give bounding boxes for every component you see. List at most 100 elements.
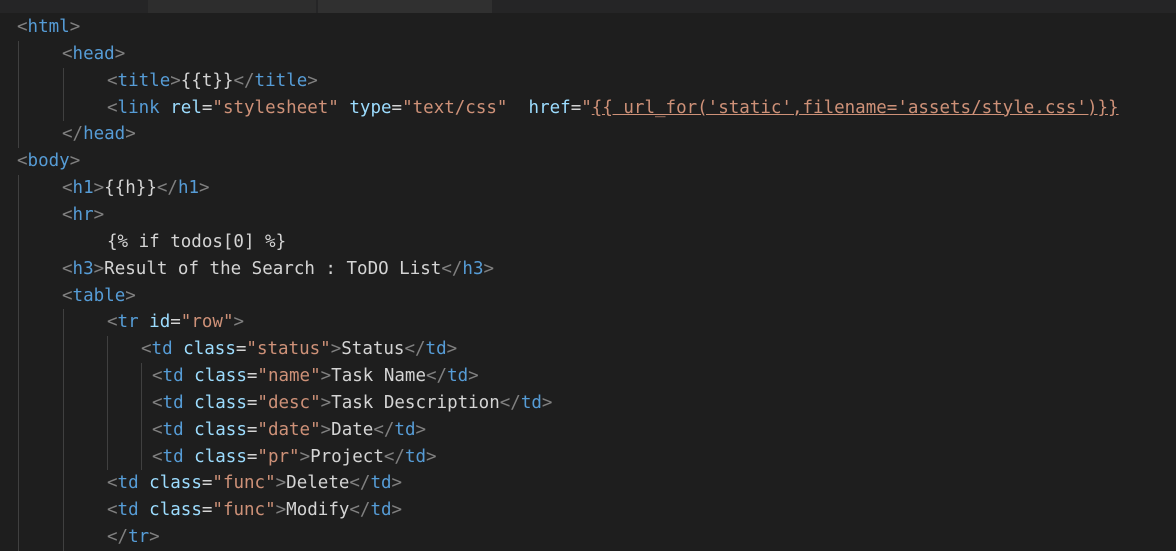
code-line: <td class="status">Status</td> (141, 336, 457, 363)
code-token: Project (310, 446, 384, 467)
indent-guide (141, 363, 142, 471)
code-token: < (107, 70, 118, 91)
code-token: > (233, 312, 245, 333)
code-token: Modify (286, 500, 350, 521)
code-token: td (447, 366, 469, 387)
code-line: <html> (17, 14, 80, 41)
code-token: > (149, 527, 160, 548)
code-token: = (570, 97, 582, 118)
code-token: td (117, 500, 139, 521)
code-token: > (125, 285, 136, 306)
code-token: < (152, 366, 163, 387)
code-token: h1 (177, 178, 200, 199)
code-line: </head> (62, 121, 136, 148)
code-token: > (93, 204, 105, 225)
code-token: head (72, 43, 115, 64)
code-token: "desc" (257, 392, 321, 413)
code-token: " (581, 97, 592, 118)
code-line: <td class="date">Date</td> (152, 417, 426, 444)
code-token: {{ url_for('static',filename='assets/sty… (591, 97, 1119, 118)
code-line: {% if todos[0] %} (107, 229, 286, 256)
indent-guide (18, 40, 19, 149)
code-token: > (170, 70, 181, 91)
code-token: > (468, 366, 479, 387)
code-line: <td class="desc">Task Description</td> (152, 390, 552, 417)
code-token: < (107, 473, 118, 494)
code-token: Result of the Search : ToDO List (104, 258, 442, 279)
code-token: </ (349, 473, 371, 494)
code-token: rel (170, 97, 202, 118)
code-line: <td class="func">Modify</td> (107, 497, 402, 524)
code-token: > (320, 366, 332, 387)
code-token: = (201, 500, 213, 521)
code-token: > (391, 473, 403, 494)
code-token: = (391, 97, 403, 118)
indent-guide (107, 336, 108, 471)
code-token: < (17, 17, 28, 37)
code-token: tr (128, 527, 150, 548)
code-token: < (107, 97, 118, 118)
code-token: class (149, 500, 202, 521)
code-line: <link rel="stylesheet" type="text/css" h… (107, 95, 1119, 122)
code-token: class (194, 446, 247, 467)
code-token: < (62, 285, 73, 306)
code-token: </ (62, 124, 84, 145)
code-token: </ (373, 419, 395, 440)
indent-guide (63, 67, 64, 122)
code-token: td (394, 419, 416, 440)
code-token: > (125, 124, 136, 145)
code-token: hr (72, 204, 94, 225)
code-line: <title>{{t}}</title> (107, 68, 318, 95)
code-token: = (201, 473, 213, 494)
code-token: class (183, 339, 236, 360)
code-token: < (62, 204, 73, 225)
code-token: </ (441, 258, 463, 279)
code-token: "func" (212, 500, 276, 521)
code-token: link (117, 97, 160, 118)
code-token: id (149, 312, 171, 333)
code-token: class (194, 366, 247, 387)
code-token: > (541, 392, 553, 413)
code-token: > (330, 339, 342, 360)
code-token: > (275, 473, 287, 494)
code-area[interactable]: <html> <head> <title>{{t}}</title> <link re… (0, 13, 1176, 551)
code-line: <tr id="row"> (107, 309, 244, 336)
code-token: "status" (246, 339, 331, 360)
editor-tab-bar (0, 0, 1176, 13)
code-token: </ (426, 366, 448, 387)
code-token: td (370, 500, 392, 521)
code-token: h1 (72, 178, 94, 199)
code-token: = (246, 419, 258, 440)
editor-tab-active[interactable] (318, 0, 492, 13)
code-line: <hr> (62, 202, 104, 229)
code-token: Date (331, 419, 374, 440)
code-token: h3 (462, 258, 484, 279)
code-token: td (370, 473, 392, 494)
code-token: < (107, 500, 118, 521)
code-token: title (254, 70, 308, 91)
editor-tab[interactable] (148, 0, 316, 13)
code-token: Task Name (331, 366, 426, 387)
code-line: <body> (17, 148, 80, 175)
code-token: > (391, 500, 403, 521)
code-editor[interactable]: <html> <head> <title>{{t}}</title> <link re… (0, 0, 1176, 551)
code-token: td (404, 446, 427, 467)
code-line: <head> (62, 41, 125, 68)
code-token: body (27, 151, 70, 172)
code-line: <h1>{{h}}</h1> (62, 175, 210, 202)
code-line: <td class="pr">Project</td> (152, 444, 437, 471)
code-token: > (275, 500, 287, 521)
code-token: td (520, 392, 542, 413)
code-token: {{h}} (104, 178, 157, 199)
code-token: < (62, 43, 73, 64)
code-token: = (246, 392, 258, 413)
code-token: {% if todos[0] %} (107, 231, 287, 252)
